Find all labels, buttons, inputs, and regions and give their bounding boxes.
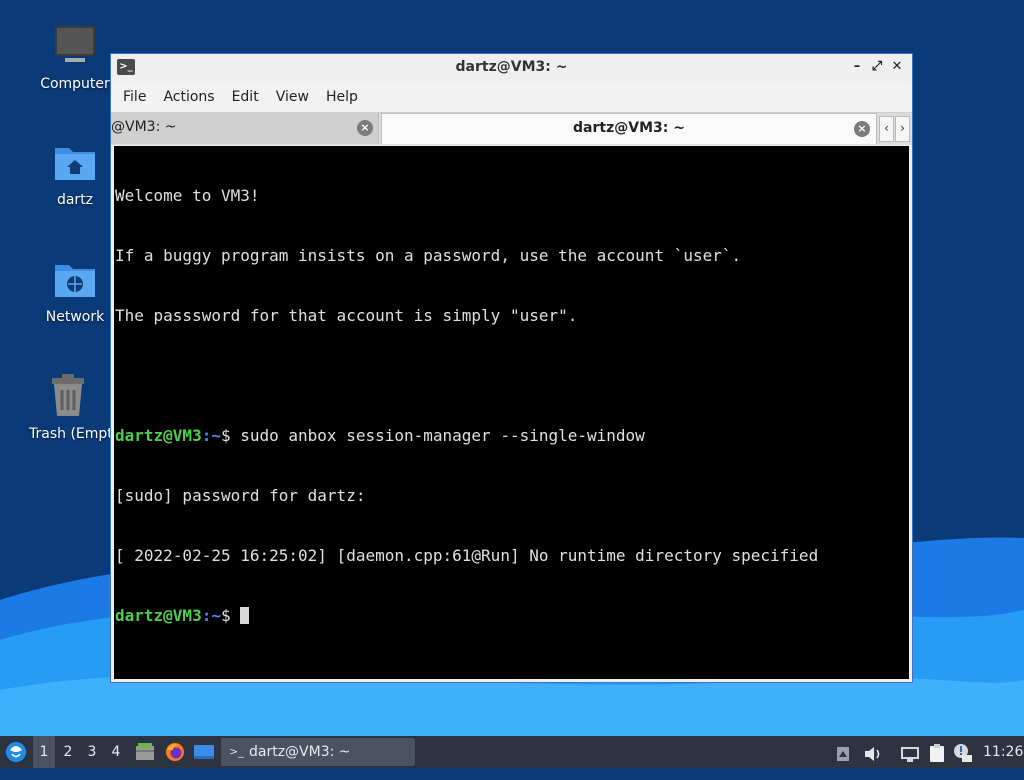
desktop-switch-1[interactable]: 1 [33,736,55,768]
tab-active[interactable]: dartz@VM3: ~ × [381,113,877,144]
tray-expand-icon[interactable] [836,743,850,761]
text-cursor [240,607,250,624]
desktop-switch-3[interactable]: 3 [81,736,103,768]
terminal-output[interactable]: Welcome to VM3! If a buggy program insis… [114,146,909,679]
prompt-symbol: $ [220,606,241,625]
tab-inactive[interactable]: @VM3: ~ × [111,113,379,144]
close-button[interactable]: ✕ [888,58,906,76]
home-folder-icon [51,138,99,186]
network-tray-icon[interactable] [899,743,921,762]
update-notifier-icon[interactable] [953,743,973,762]
menu-view[interactable]: View [270,89,320,105]
menu-edit[interactable]: Edit [226,89,270,105]
menu-actions[interactable]: Actions [157,89,225,105]
tab-scroll-left-icon[interactable]: ‹ [879,116,894,142]
desktop-switch-2[interactable]: 2 [57,736,79,768]
terminal-command-line: dartz@VM3:~$ sudo anbox session-manager … [115,426,909,446]
title-bar[interactable]: >_ dartz@VM3: ~ – ⤢ ✕ [111,54,912,82]
terminal-prompt-line: dartz@VM3:~$ [115,606,909,626]
clipboard-icon[interactable] [928,743,946,762]
maximize-button[interactable]: ⤢ [868,58,886,76]
menu-bar: File Actions Edit View Help [111,82,912,112]
tab-bar: @VM3: ~ × dartz@VM3: ~ × ‹ › [111,112,912,145]
terminal-line: The passsword for that account is simply… [115,306,578,325]
terminal-line: Welcome to VM3! [115,186,260,205]
prompt-path: :~ [201,426,221,445]
prompt-path: :~ [201,606,221,625]
desktop-icon-label: Trash (Empty) [29,426,111,442]
task-label: dartz@VM3: ~ [249,744,351,760]
desktop-icon-trash[interactable]: Trash (Empty) [25,372,111,442]
prompt-symbol: $ [220,426,241,445]
terminal-window: >_ dartz@VM3: ~ – ⤢ ✕ File Actions Edit … [110,53,913,683]
show-desktop-icon[interactable] [193,742,215,762]
trash-icon [44,372,92,420]
tab-close-icon[interactable]: × [357,120,373,136]
taskbar-task-terminal[interactable]: >_ dartz@VM3: ~ [221,738,415,766]
prompt-user: dartz@VM3 [115,606,202,625]
terminal-line: [sudo] password for dartz: [115,486,366,505]
terminal-line: If a buggy program insists on a password… [115,246,742,265]
firefox-icon[interactable] [164,741,186,763]
app-menu-icon[interactable] [4,736,28,768]
tab-label: @VM3: ~ [111,119,177,135]
network-folder-icon [51,255,99,303]
terminal-line: [ 2022-02-25 16:25:02] [daemon.cpp:61@Ru… [115,546,819,565]
minimize-button[interactable]: – [848,58,866,76]
clock[interactable]: 11:26 [983,736,1023,768]
tab-close-icon[interactable]: × [854,121,870,137]
menu-file[interactable]: File [117,89,157,105]
tab-scroll-right-icon[interactable]: › [895,116,910,142]
computer-icon [51,22,99,70]
window-title: dartz@VM3: ~ [455,59,568,75]
tab-label: dartz@VM3: ~ [573,120,685,136]
terminal-task-icon: >_ [229,745,244,758]
menu-help[interactable]: Help [320,89,369,105]
volume-icon[interactable] [863,743,883,761]
desktop-switch-4[interactable]: 4 [105,736,127,768]
file-manager-icon[interactable] [134,741,156,763]
command-text: sudo anbox session-manager --single-wind… [240,426,645,445]
prompt-user: dartz@VM3 [115,426,202,445]
taskbar: 1 2 3 4 >_ dartz@VM3: ~ 11:26 [0,736,1024,768]
